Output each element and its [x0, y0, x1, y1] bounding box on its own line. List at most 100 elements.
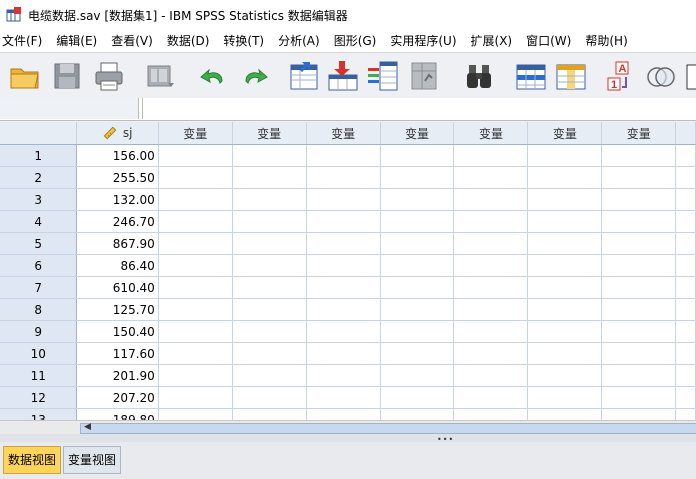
cell-empty[interactable] [453, 342, 529, 365]
column-header-var[interactable]: 变量 [232, 122, 307, 145]
tab-data-view[interactable]: 数据视图 [3, 446, 62, 474]
column-header-var[interactable]: 变量 [453, 122, 529, 145]
cell-sj[interactable]: 867.90 [76, 232, 159, 255]
menu-analyze[interactable]: 分析(A) [272, 30, 326, 52]
cell-empty[interactable] [158, 408, 233, 420]
cell-empty[interactable] [158, 364, 233, 387]
cell-empty[interactable] [527, 342, 603, 365]
find-icon[interactable] [462, 59, 496, 93]
row-number[interactable]: 10 [0, 342, 78, 365]
cell-empty[interactable] [675, 210, 696, 233]
column-header-var[interactable]: 变量 [601, 122, 677, 145]
cell-empty[interactable] [158, 320, 233, 343]
cell-empty[interactable] [306, 298, 381, 321]
cell-empty[interactable] [232, 298, 307, 321]
cell-empty[interactable] [306, 232, 381, 255]
cell-empty[interactable] [158, 166, 233, 189]
cell-empty[interactable] [675, 254, 696, 277]
row-number[interactable]: 4 [0, 210, 78, 233]
cell-empty[interactable] [158, 188, 233, 211]
cell-empty[interactable] [380, 342, 455, 365]
cell-empty[interactable] [158, 386, 233, 409]
column-header-var[interactable]: 变量 [158, 122, 233, 145]
menu-extensions[interactable]: 扩展(X) [465, 30, 519, 52]
cell-empty[interactable] [527, 144, 603, 167]
cell-sj[interactable]: 246.70 [76, 210, 159, 233]
cell-empty[interactable] [675, 386, 696, 409]
cell-empty[interactable] [601, 166, 677, 189]
row-number[interactable]: 8 [0, 298, 78, 321]
menu-help[interactable]: 帮助(H) [579, 30, 633, 52]
cell-empty[interactable] [601, 342, 677, 365]
variables-icon[interactable] [366, 59, 400, 93]
cell-empty[interactable] [380, 408, 455, 420]
cell-empty[interactable] [306, 386, 381, 409]
cell-empty[interactable] [306, 210, 381, 233]
column-header-var[interactable]: 变量 [527, 122, 603, 145]
cell-empty[interactable] [453, 144, 529, 167]
cell-reference-field[interactable] [0, 98, 139, 119]
cell-empty[interactable] [675, 188, 696, 211]
cell-empty[interactable] [527, 386, 603, 409]
goto-case-icon[interactable] [288, 59, 322, 93]
cell-empty[interactable] [675, 408, 696, 420]
cell-sj[interactable]: 255.50 [76, 166, 159, 189]
cell-empty[interactable] [601, 210, 677, 233]
cell-empty[interactable] [306, 254, 381, 277]
row-number[interactable]: 7 [0, 276, 78, 299]
cell-empty[interactable] [601, 232, 677, 255]
cell-empty[interactable] [232, 232, 307, 255]
cell-sj[interactable]: 132.00 [76, 188, 159, 211]
cell-empty[interactable] [453, 210, 529, 233]
cell-empty[interactable] [380, 386, 455, 409]
row-number[interactable]: 5 [0, 232, 78, 255]
cell-empty[interactable] [453, 166, 529, 189]
cell-empty[interactable] [453, 320, 529, 343]
cell-empty[interactable] [601, 188, 677, 211]
cell-empty[interactable] [380, 298, 455, 321]
cell-empty[interactable] [453, 364, 529, 387]
cell-sj[interactable]: 156.00 [76, 144, 159, 167]
menu-transform[interactable]: 转换(T) [217, 30, 270, 52]
run-descriptives-icon[interactable] [408, 59, 442, 93]
cell-empty[interactable] [232, 408, 307, 420]
cell-empty[interactable] [232, 166, 307, 189]
cell-sj[interactable]: 207.20 [76, 386, 159, 409]
cell-empty[interactable] [601, 276, 677, 299]
scroll-left-icon[interactable]: ◀ [84, 422, 91, 432]
cell-empty[interactable] [306, 408, 381, 420]
cell-empty[interactable] [380, 364, 455, 387]
cell-empty[interactable] [380, 254, 455, 277]
open-folder-icon[interactable] [8, 59, 42, 93]
cell-empty[interactable] [232, 386, 307, 409]
row-number[interactable]: 2 [0, 166, 78, 189]
row-number[interactable]: 9 [0, 320, 78, 343]
cell-empty[interactable] [158, 342, 233, 365]
cell-empty[interactable] [453, 254, 529, 277]
column-header-var[interactable]: 变量 [306, 122, 381, 145]
row-number[interactable]: 12 [0, 386, 78, 409]
cell-empty[interactable] [675, 298, 696, 321]
cell-value-field[interactable] [142, 98, 696, 119]
menu-utilities[interactable]: 实用程序(U) [384, 30, 462, 52]
row-number[interactable]: 3 [0, 188, 78, 211]
menu-view[interactable]: 查看(V) [105, 30, 159, 52]
cell-empty[interactable] [601, 320, 677, 343]
cell-empty[interactable] [527, 254, 603, 277]
cell-empty[interactable] [527, 232, 603, 255]
cell-empty[interactable] [453, 188, 529, 211]
cell-empty[interactable] [380, 166, 455, 189]
menu-data[interactable]: 数据(D) [161, 30, 216, 52]
value-labels-icon[interactable]: A1 [604, 59, 638, 93]
cell-empty[interactable] [306, 188, 381, 211]
cell-sj[interactable]: 150.40 [76, 320, 159, 343]
cell-empty[interactable] [601, 298, 677, 321]
cell-empty[interactable] [675, 342, 696, 365]
cell-empty[interactable] [158, 144, 233, 167]
cell-sj[interactable]: 117.60 [76, 342, 159, 365]
row-number[interactable]: 13 [0, 408, 78, 420]
cell-empty[interactable] [306, 320, 381, 343]
menu-file[interactable]: 文件(F) [0, 30, 48, 52]
insert-cases-icon[interactable] [514, 59, 548, 93]
cell-empty[interactable] [306, 364, 381, 387]
